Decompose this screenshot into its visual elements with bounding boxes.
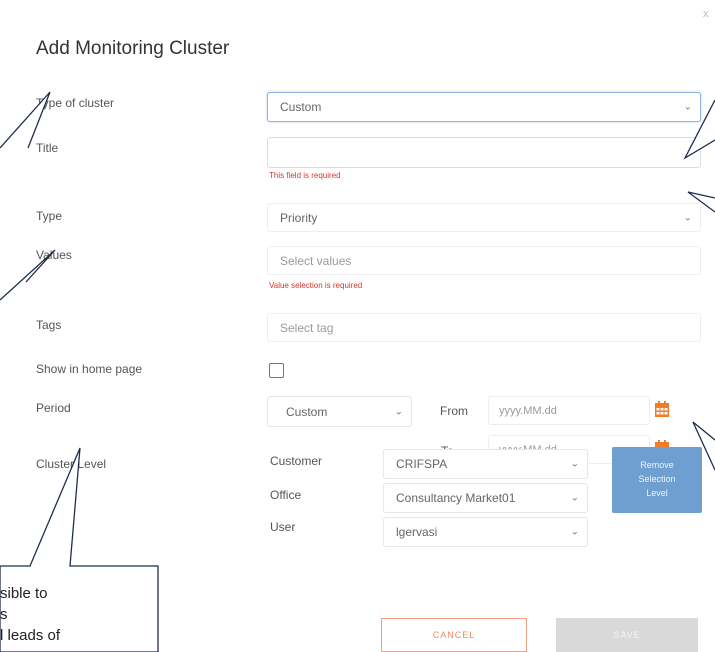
callout-pointer [0,91,51,149]
callout-pointer [692,421,715,471]
callout-pointer [683,99,715,160]
callout-pointer [0,249,56,301]
annotation-overlay [0,91,715,652]
callout-pointer [687,191,715,213]
callout-text: sible to s l leads of [0,583,60,646]
callout-line: sible to [0,585,48,602]
add-monitoring-cluster-dialog: Add Monitoring Cluster x Type of cluster… [0,0,715,652]
callout-line: s [0,606,8,623]
callout-line: l leads of [0,627,61,644]
